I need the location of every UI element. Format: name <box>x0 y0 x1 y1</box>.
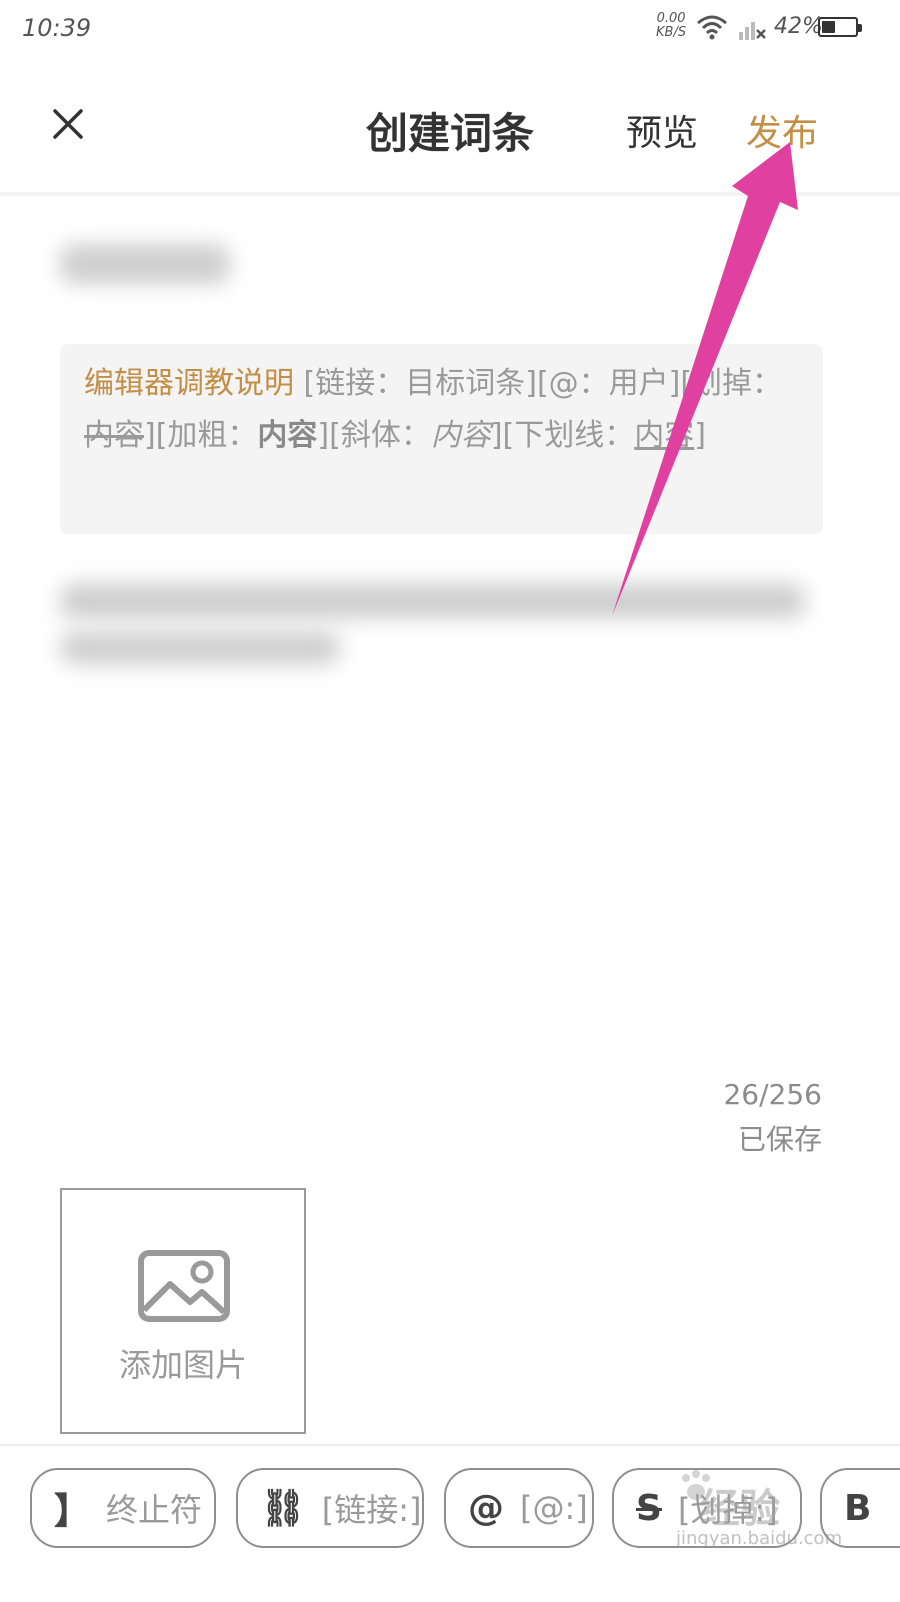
add-image-label: 添加图片 <box>118 1346 247 1384</box>
hint-italic-example: 内容 <box>430 418 491 453</box>
wifi-icon <box>697 15 727 40</box>
save-status: 已保存 <box>737 1123 822 1156</box>
character-count: 26/256 <box>723 1078 822 1111</box>
mention-label: [@:] <box>520 1489 588 1527</box>
mention-button[interactable]: @ [@:] <box>444 1468 594 1548</box>
entry-content-field[interactable] <box>60 584 805 618</box>
network-speed: 0.00 KB/S <box>656 12 686 40</box>
at-icon: @ <box>468 1487 504 1529</box>
hint-text: [链接：目标词条][@：用户][划掉： <box>294 366 783 401</box>
network-speed-unit: KB/S <box>656 25 687 40</box>
battery-percent: 42% <box>774 14 823 39</box>
hint-text: ][加粗： <box>144 418 258 453</box>
publish-button[interactable]: 发布 <box>746 104 818 156</box>
link-icon: ⛓ <box>260 1488 306 1529</box>
status-bar: 10:39 0.00 KB/S 42% <box>0 0 900 62</box>
bracket-icon: 】 <box>54 1491 91 1532</box>
hint-text: ] <box>694 418 706 453</box>
hint-text: ][下划线： <box>490 418 635 453</box>
battery-icon <box>818 17 862 37</box>
hint-bold-example: 内容 <box>257 418 318 453</box>
hint-underline-example: 内容 <box>634 418 695 453</box>
hint-text: ][斜体： <box>317 418 431 453</box>
preview-button[interactable]: 预览 <box>626 104 698 156</box>
watermark-url: jingyan.baidu.com <box>676 1528 843 1549</box>
terminator-button[interactable]: 】 终止符 <box>30 1468 216 1548</box>
status-time: 10:39 <box>22 14 92 42</box>
terminator-label: 终止符 <box>106 1491 203 1529</box>
link-button[interactable]: ⛓ [链接:] <box>236 1468 424 1548</box>
battery-fill <box>822 21 836 33</box>
strikethrough-icon: S <box>636 1487 662 1529</box>
network-speed-value: 0.00 <box>656 11 686 26</box>
hint-strike-example: 内容 <box>84 418 144 453</box>
editor-hint-box: 编辑器调教说明 [链接：目标词条][@：用户][划掉：内容][加粗：内容][斜体… <box>60 344 823 534</box>
link-label: [链接:] <box>321 1491 422 1529</box>
image-icon <box>138 1250 230 1322</box>
bold-icon: B <box>844 1487 872 1529</box>
signal-icon <box>739 22 766 40</box>
entry-content-field[interactable] <box>60 632 340 664</box>
entry-title-field[interactable] <box>60 244 230 284</box>
watermark-text: 经验 <box>700 1486 780 1532</box>
top-bar: 创建词条 预览 发布 <box>0 62 900 196</box>
add-image-button[interactable]: 添加图片 <box>60 1188 306 1434</box>
editor-guide-link[interactable]: 编辑器调教说明 <box>84 366 294 401</box>
